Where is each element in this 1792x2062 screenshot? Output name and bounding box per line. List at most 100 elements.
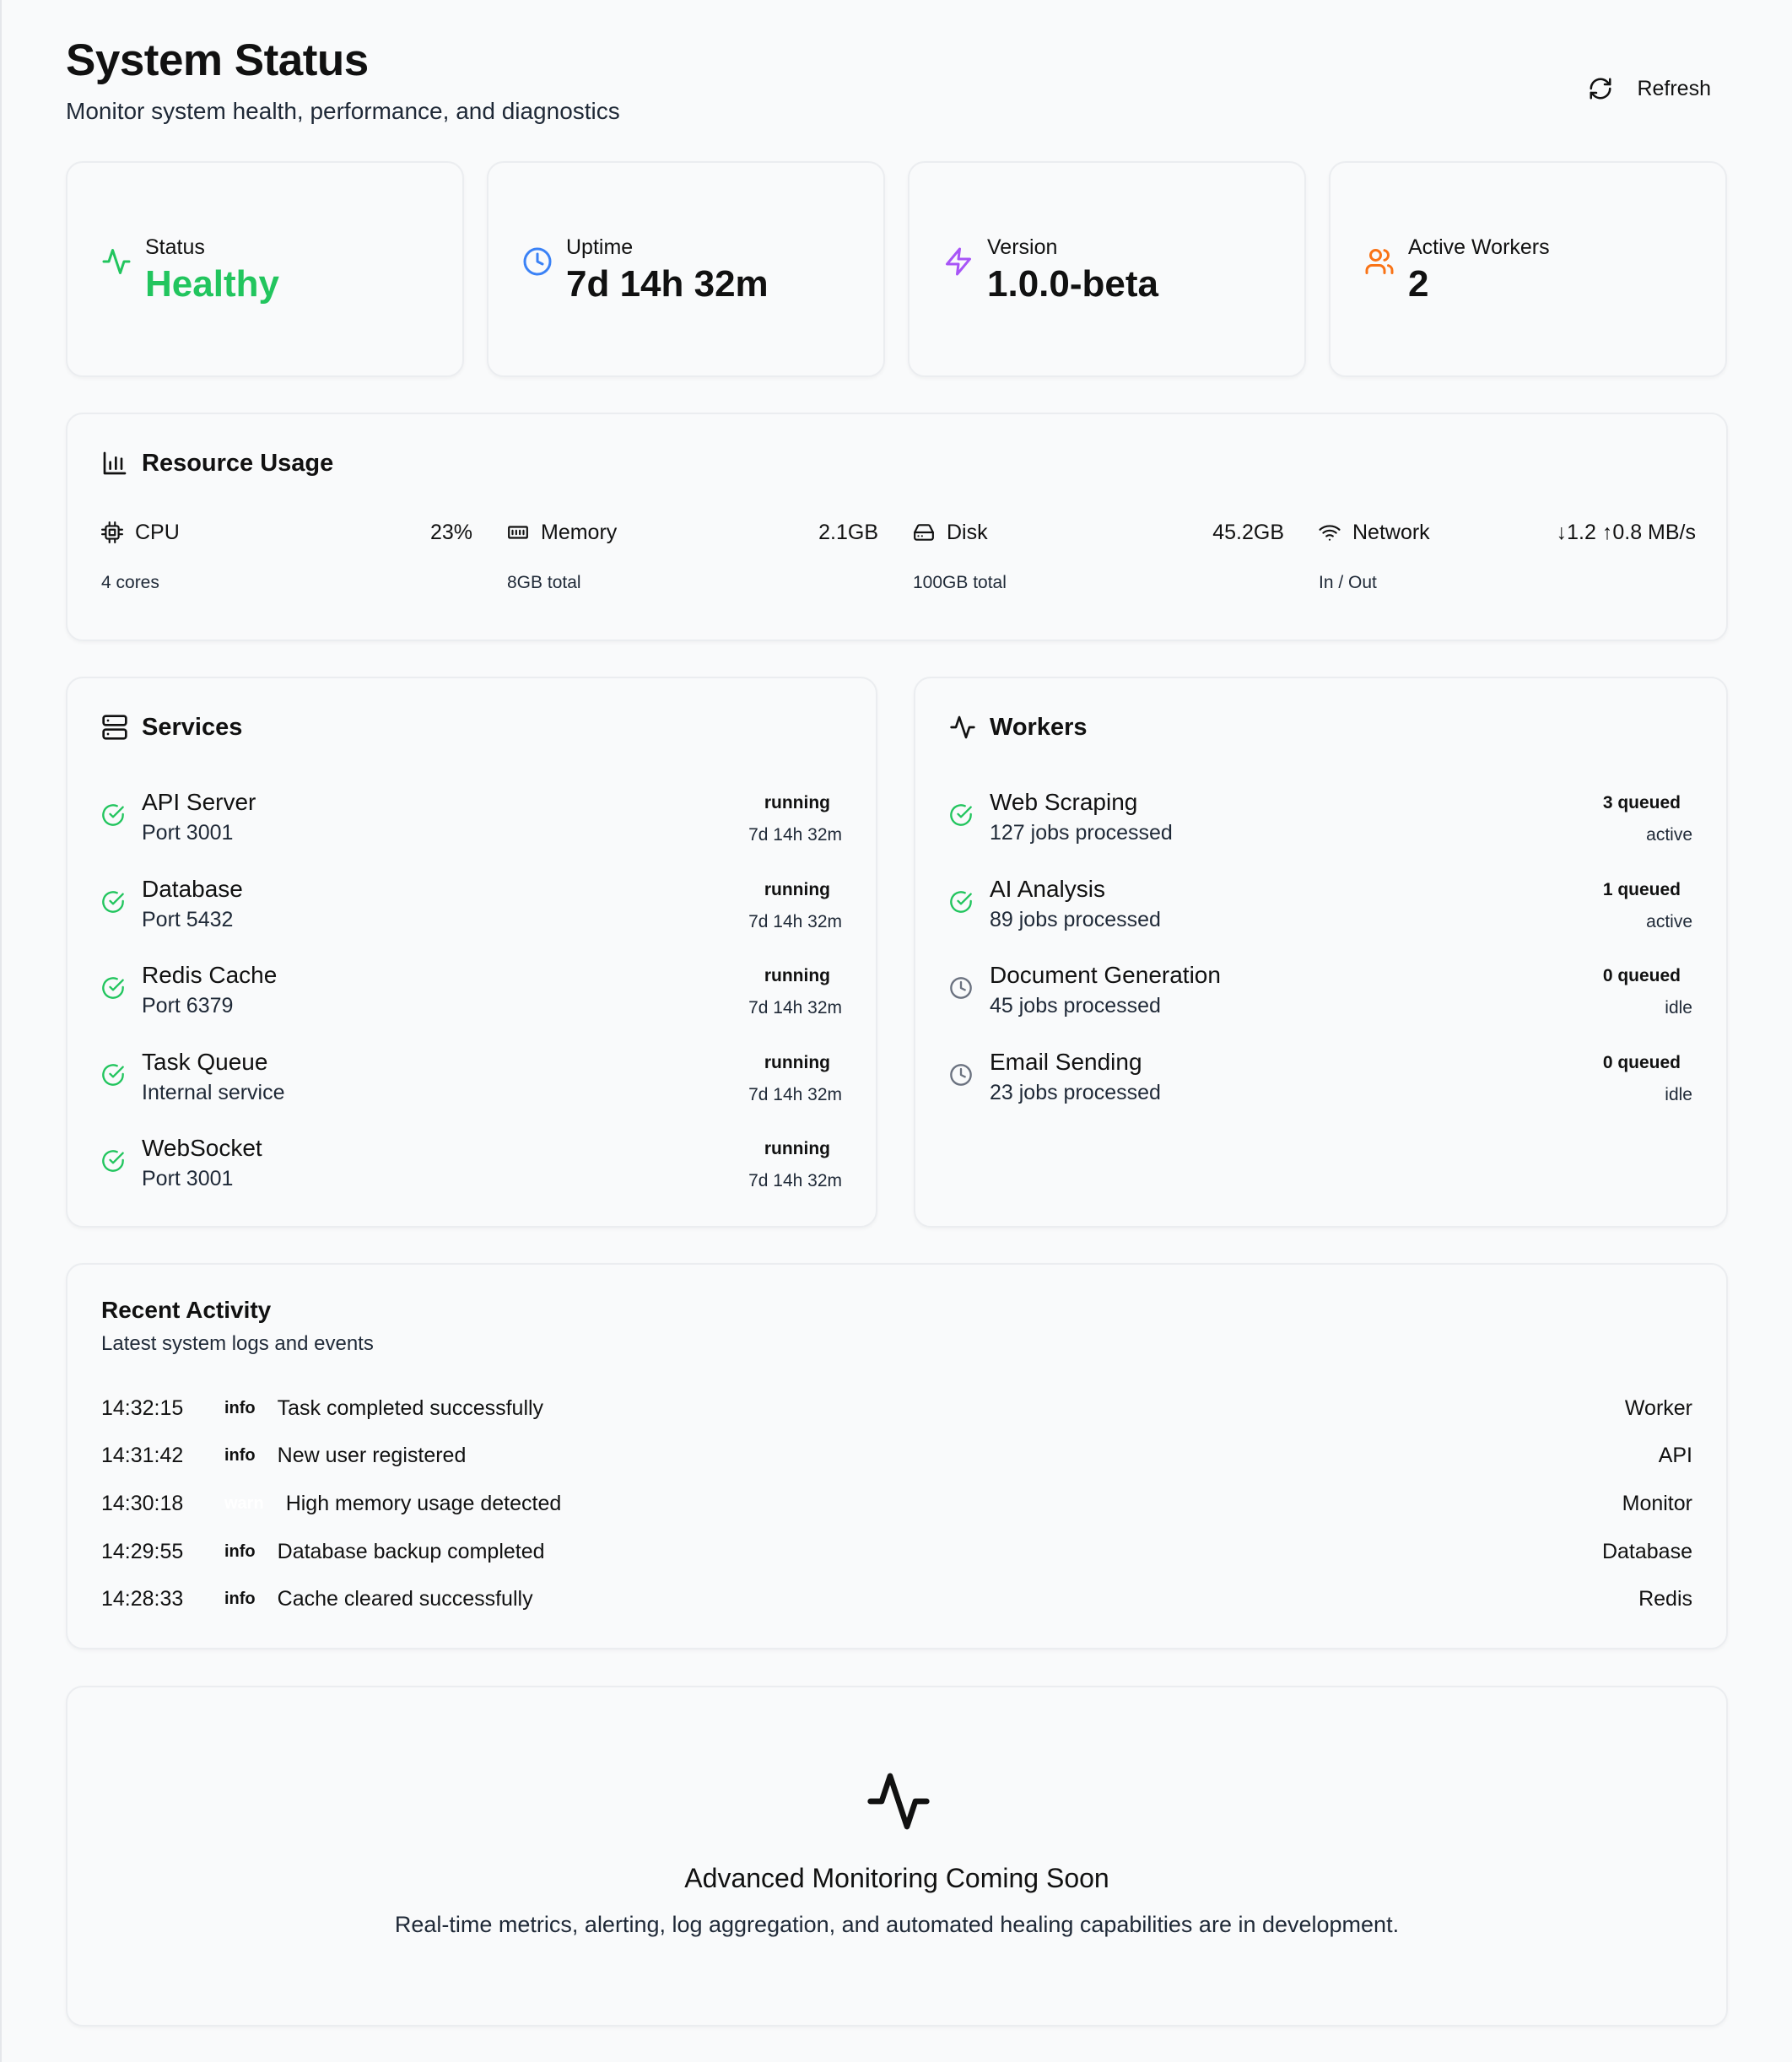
worker-name: Document Generation: [990, 962, 1221, 988]
workers-title: Workers: [990, 714, 1088, 741]
refresh-label: Refresh: [1637, 76, 1711, 100]
activity-icon: [867, 1773, 930, 1830]
uptime-value: 7d 14h 32m: [566, 263, 769, 305]
cpu-icon: [101, 521, 123, 543]
log-message: Cache cleared successfully: [277, 1586, 533, 1611]
uptime-card: Uptime 7d 14h 32m: [487, 161, 885, 377]
log-row: 14:30:18 warn High memory usage detected…: [101, 1487, 1692, 1520]
status-value: Healthy: [145, 263, 279, 305]
service-uptime: 7d 14h 32m: [748, 1171, 842, 1190]
services-card: Services API Server Port 3001 running 7d…: [66, 677, 877, 1228]
check-circle-icon: [102, 891, 124, 913]
worker-detail: 45 jobs processed: [990, 994, 1161, 1018]
uptime-label: Uptime: [566, 235, 634, 259]
check-circle-icon: [950, 804, 972, 826]
version-label: Version: [987, 235, 1058, 259]
active-workers-value: 2: [1408, 263, 1429, 305]
status-card: Status Healthy: [66, 161, 464, 377]
resource-usage-card: Resource Usage CPU 23% 4 cores Memory 2.…: [66, 413, 1728, 641]
log-row: 14:29:55 info Database backup completed …: [101, 1535, 1692, 1568]
log-message: Database backup completed: [277, 1539, 545, 1563]
service-detail: Port 6379: [142, 994, 234, 1018]
resource-memory: Memory 2.1GB 8GB total: [507, 517, 878, 602]
log-level-badge: info: [224, 1589, 256, 1608]
status-badge: running: [764, 1139, 830, 1158]
page-title: System Status: [66, 35, 369, 85]
version-card: Version 1.0.0-beta: [908, 161, 1306, 377]
resource-sub: 4 cores: [101, 573, 159, 592]
resource-value: ↓1.2 ↑0.8 MB/s: [1556, 520, 1696, 544]
queued-badge: 1 queued: [1602, 880, 1681, 899]
service-uptime: 7d 14h 32m: [748, 912, 842, 931]
log-row: 14:32:15 info Task completed successfull…: [101, 1391, 1692, 1425]
services-title: Services: [142, 714, 243, 741]
status-badge: running: [764, 793, 830, 812]
queued-badge: 3 queued: [1602, 793, 1681, 812]
resource-value: 2.1GB: [818, 520, 878, 544]
log-time: 14:32:15: [101, 1395, 184, 1420]
service-row: WebSocket Port 3001 running 7d 14h 32m: [101, 1132, 842, 1208]
service-uptime: 7d 14h 32m: [748, 998, 842, 1018]
resource-cpu: CPU 23% 4 cores: [101, 517, 472, 602]
service-name: Redis Cache: [142, 962, 278, 988]
queued-badge: 0 queued: [1602, 1053, 1681, 1072]
service-uptime: 7d 14h 32m: [748, 825, 842, 845]
refresh-button[interactable]: Refresh: [1571, 59, 1728, 118]
service-uptime: 7d 14h 32m: [748, 1085, 842, 1104]
service-name: Database: [142, 876, 243, 902]
clock-icon: [523, 247, 552, 276]
workers-card: Workers Web Scraping 127 jobs processed …: [914, 677, 1728, 1228]
log-level-badge: info: [224, 1445, 256, 1465]
worker-row: Web Scraping 127 jobs processed 3 queued…: [949, 786, 1692, 862]
check-circle-icon: [102, 1150, 124, 1172]
log-time: 14:28:33: [101, 1586, 184, 1611]
resource-usage-title: Resource Usage: [142, 450, 334, 477]
worker-detail: 89 jobs processed: [990, 908, 1161, 931]
log-source: API: [1658, 1443, 1692, 1467]
resource-sub: In / Out: [1319, 573, 1377, 592]
service-name: Task Queue: [142, 1049, 268, 1075]
service-detail: Internal service: [142, 1081, 285, 1104]
coming-soon-text: Real-time metrics, alerting, log aggrega…: [394, 1912, 1400, 1937]
service-detail: Port 3001: [142, 821, 234, 845]
zap-icon: [946, 247, 971, 276]
queued-badge: 0 queued: [1602, 966, 1681, 985]
status-badge: running: [764, 966, 830, 985]
resource-sub: 8GB total: [507, 573, 581, 592]
worker-state: active: [1646, 825, 1692, 845]
service-row: API Server Port 3001 running 7d 14h 32m: [101, 786, 842, 862]
worker-detail: 23 jobs processed: [990, 1081, 1161, 1104]
clock-icon: [950, 977, 972, 999]
page-subtitle: Monitor system health, performance, and …: [66, 98, 620, 124]
log-source: Database: [1601, 1539, 1692, 1563]
status-badge: running: [764, 1053, 830, 1072]
worker-name: Web Scraping: [990, 789, 1138, 815]
status-badge: running: [764, 880, 830, 899]
activity-icon: [102, 249, 131, 274]
worker-name: Email Sending: [990, 1049, 1142, 1075]
log-level-badge: warn: [224, 1493, 264, 1513]
resource-name: Disk: [947, 520, 988, 544]
coming-soon-card: Advanced Monitoring Coming Soon Real-tim…: [66, 1686, 1728, 2027]
check-circle-icon: [102, 804, 124, 826]
service-row: Redis Cache Port 6379 running 7d 14h 32m: [101, 959, 842, 1035]
log-source: Monitor: [1622, 1491, 1692, 1515]
worker-row: Email Sending 23 jobs processed 0 queued…: [949, 1046, 1692, 1122]
wifi-icon: [1319, 525, 1341, 541]
resource-name: Memory: [541, 520, 618, 544]
worker-state: idle: [1665, 1085, 1692, 1104]
active-workers-label: Active Workers: [1408, 235, 1550, 259]
log-row: 14:28:33 info Cache cleared successfully…: [101, 1582, 1692, 1616]
worker-state: idle: [1665, 998, 1692, 1018]
resource-sub: 100GB total: [913, 573, 1007, 592]
recent-activity-card: Recent Activity Latest system logs and e…: [66, 1263, 1728, 1649]
log-level-badge: info: [224, 1541, 256, 1561]
check-circle-icon: [102, 977, 124, 999]
log-row: 14:31:42 info New user registered API: [101, 1439, 1692, 1472]
page-edge: [0, 0, 2, 2062]
worker-name: AI Analysis: [990, 876, 1105, 902]
refresh-icon: [1590, 78, 1611, 100]
resource-value: 23%: [429, 520, 472, 544]
resource-network: Network ↓1.2 ↑0.8 MB/s In / Out: [1319, 517, 1696, 602]
coming-soon-title: Advanced Monitoring Coming Soon: [684, 1863, 1109, 1893]
